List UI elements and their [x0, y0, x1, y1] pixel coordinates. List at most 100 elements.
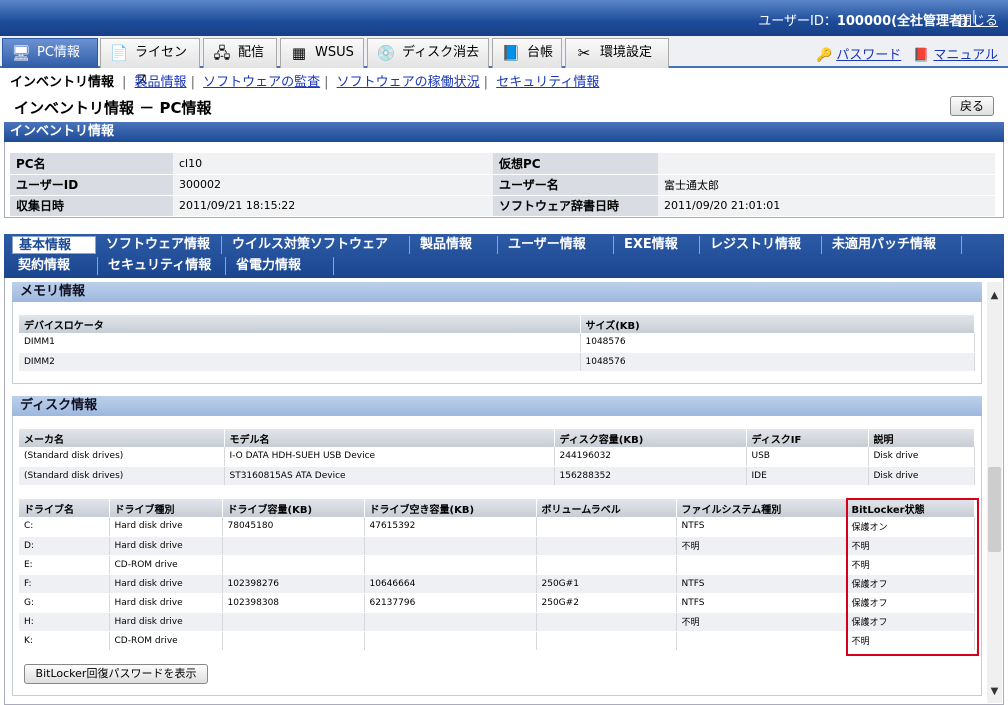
drive-row-cell: [536, 517, 677, 537]
drive-row: H: Hard disk drive 不明 保護オフ: [19, 612, 975, 632]
tab-distribution[interactable]: 🖧 配信: [203, 38, 277, 68]
memory-row-cell: DIMM2: [19, 352, 581, 372]
drive-row-cell: NTFS: [676, 593, 847, 613]
drive-row-cell: [536, 612, 677, 632]
detail-tab-detail_tabs_row2-2[interactable]: 省電力情報: [230, 257, 334, 275]
scroll-down-icon[interactable]: ▼: [987, 684, 1002, 699]
tab-wsus[interactable]: ▦ WSUS: [280, 38, 364, 68]
drive-row-cell: [676, 631, 847, 651]
drive-row-cell: 47615392: [364, 517, 537, 537]
tab-ledger[interactable]: 📘 台帳: [492, 38, 562, 68]
subnav-software-audit[interactable]: ソフトウェアの監査: [203, 75, 320, 90]
drive-col-capacity: ドライブ容量(KB): [222, 499, 365, 517]
disk-table: メーカ名 モデル名 ディスク容量(KB) ディスクIF 説明 (Standard…: [19, 429, 975, 486]
drive-row: F: Hard disk drive 102398276 10646664 250G#1…: [19, 574, 975, 594]
drive-row-cell: 62137796: [364, 593, 537, 613]
drive-row-cell: [222, 536, 365, 556]
disk-row: (Standard disk drives) I-O DATA HDH-SUEH …: [19, 447, 975, 467]
detail-tab-detail_tabs_row1-6[interactable]: レジストリ情報: [704, 236, 822, 254]
pc-name-label: PC名: [10, 153, 173, 175]
pc-info-table: PC名 cl10 仮想PC ユーザーID 300002 ユーザー名 富士通太郎 …: [10, 153, 995, 217]
disk-row: (Standard disk drives) ST3160815AS ATA De…: [19, 466, 975, 486]
detail-tab-detail_tabs_row2-1[interactable]: セキュリティ情報: [102, 257, 226, 275]
drive-row-cell: 102398308: [222, 593, 365, 613]
tab-license[interactable]: 📄 ライセンス: [100, 38, 200, 88]
drive-col-filesystem: ファイルシステム種別: [676, 499, 847, 517]
collected-label: 収集日時: [10, 195, 173, 217]
drive-row-cell: D:: [19, 536, 110, 556]
user-name-value: 富士通太郎: [658, 174, 995, 196]
detail-tab-detail_tabs_row1-4[interactable]: ユーザー情報: [502, 236, 614, 254]
detail-tab-detail_tabs_row1-7[interactable]: 未適用パッチ情報: [826, 236, 962, 254]
scroll-thumb[interactable]: [988, 467, 1001, 552]
detail-tab-detail_tabs_row1-5[interactable]: EXE情報: [618, 236, 700, 254]
user-id-label: ユーザーID: [10, 174, 173, 196]
memory-row: DIMM2 1048576: [19, 352, 975, 372]
drive-row-cell: Hard disk drive: [109, 536, 223, 556]
main-tab-bar: 🔑 パスワード 📕 マニュアル 🖥 PC情報 📄 ライセンス 🖧 配信 ▦ WSUS 💿 ディスク消去…: [0, 36, 1008, 88]
drive-row-cell: CD-ROM drive: [109, 555, 223, 575]
drive-row-cell: F:: [19, 574, 110, 594]
drive-row-cell: CD-ROM drive: [109, 631, 223, 651]
bitlocker-highlight: [846, 498, 979, 656]
drive-row-cell: 250G#1: [536, 574, 677, 594]
sub-navigation: インベントリ情報 | 製品情報 | ソフトウェアの監査 | ソフトウェアの稼働状況 | …: [10, 75, 600, 90]
subnav-current: インベントリ情報: [10, 75, 115, 90]
tab-pc[interactable]: 🖥 PC情報: [2, 38, 98, 68]
subnav-software-usage[interactable]: ソフトウェアの稼働状況: [337, 75, 480, 90]
disk-panel-header: ディスク情報: [12, 396, 982, 416]
memory-row: DIMM1 1048576: [19, 333, 975, 353]
tab-settings[interactable]: ✂ 環境設定: [565, 38, 669, 68]
detail-tab-detail_tabs_row1-0[interactable]: 基本情報: [12, 236, 96, 254]
drive-row-cell: [536, 536, 677, 556]
password-link[interactable]: パスワード: [836, 48, 901, 63]
bitlocker-recovery-button[interactable]: BitLocker回復パスワードを表示: [24, 664, 208, 684]
memory-row-cell: 1048576: [580, 352, 975, 372]
tab-label: PC情報: [37, 45, 80, 60]
detail-tab-detail_tabs_row2-0[interactable]: 契約情報: [12, 257, 98, 275]
disk-row-cell: ST3160815AS ATA Device: [224, 466, 555, 486]
drive-row-cell: [536, 555, 677, 575]
scroll-up-icon[interactable]: ▲: [987, 288, 1002, 303]
memory-row-cell: DIMM1: [19, 333, 581, 353]
collected-value: 2011/09/21 18:15:22: [173, 195, 493, 217]
detail-tab-detail_tabs_row1-1[interactable]: ソフトウェア情報: [100, 236, 222, 254]
drive-row-cell: NTFS: [676, 517, 847, 537]
manual-link[interactable]: マニュアル: [933, 48, 998, 63]
disk-row-cell: (Standard disk drives): [19, 466, 225, 486]
vertical-scrollbar[interactable]: ▲ ▼: [987, 282, 1002, 703]
key-icon: 🔑: [816, 48, 833, 63]
disk-row-cell: (Standard disk drives): [19, 447, 225, 467]
detail-tab-detail_tabs_row1-3[interactable]: 製品情報: [414, 236, 498, 254]
drive-row-cell: E:: [19, 555, 110, 575]
pc-name-value: cl10: [173, 153, 493, 175]
drive-row: G: Hard disk drive 102398308 62137796 250G#2…: [19, 593, 975, 613]
tab-label: ディスク消去: [402, 45, 480, 60]
drive-row: E: CD-ROM drive 不明: [19, 555, 975, 575]
drive-row-cell: [364, 612, 537, 632]
drive-row-cell: 不明: [676, 612, 847, 632]
drive-row-cell: 10646664: [364, 574, 537, 594]
drive-row-cell: 78045180: [222, 517, 365, 537]
tab-disk-erase[interactable]: 💿 ディスク消去: [367, 38, 489, 68]
drive-row: D: Hard disk drive 不明 不明: [19, 536, 975, 556]
distribution-icon: 🖧: [213, 44, 231, 62]
drive-row-cell: 250G#2: [536, 593, 677, 613]
drive-row-cell: H:: [19, 612, 110, 632]
back-button[interactable]: 戻る: [950, 96, 994, 116]
detail-tab-detail_tabs_row1-2[interactable]: ウイルス対策ソフトウェア: [226, 236, 410, 254]
memory-table: デバイスロケータ サイズ(KB) DIMM1 1048576 DIMM2 104857…: [19, 315, 975, 372]
page-title: インベントリ情報 － PC情報: [14, 99, 212, 117]
subnav-product-info[interactable]: 製品情報: [135, 75, 187, 90]
disk-row-cell: 244196032: [554, 447, 747, 467]
drive-row-cell: K:: [19, 631, 110, 651]
drive-row-cell: [536, 631, 677, 651]
drive-row-cell: C:: [19, 517, 110, 537]
drive-row-cell: Hard disk drive: [109, 593, 223, 613]
virtual-pc-value: [658, 153, 995, 175]
drive-row-cell: [364, 536, 537, 556]
virtual-pc-label: 仮想PC: [493, 153, 658, 175]
close-link[interactable]: 閉じる: [959, 10, 998, 29]
memory-col-locator: デバイスロケータ: [19, 315, 581, 333]
subnav-security-info[interactable]: セキュリティ情報: [496, 75, 599, 90]
